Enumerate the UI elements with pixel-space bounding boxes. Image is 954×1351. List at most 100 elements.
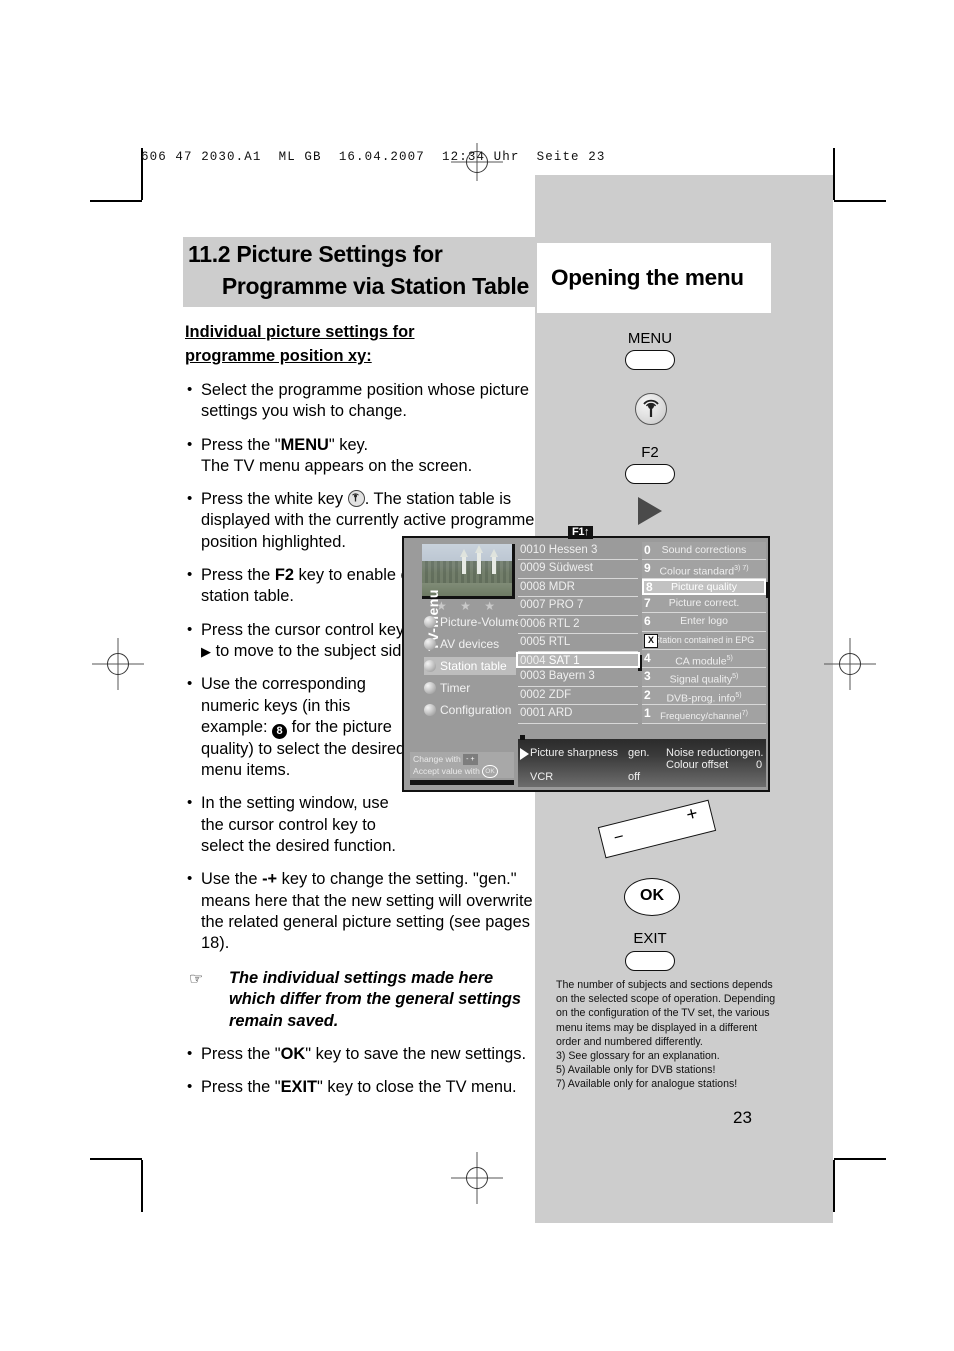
subject-row-signal-quality[interactable]: 3 Signal quality5) xyxy=(642,668,766,687)
pointing-hand-icon: ☞ xyxy=(189,970,204,988)
subject-key: 9 xyxy=(644,561,651,576)
station-number: 0008 xyxy=(520,580,546,593)
subject-row-picture-correct[interactable]: 7 Picture correct. xyxy=(642,594,766,614)
footnotes-block: The number of subjects and sections depe… xyxy=(556,978,778,1092)
print-code-line: 606 47 2030.A1 ML GB 16.04.2007 12:34 Uh… xyxy=(141,150,606,164)
instruction-text: to move to the subject side. xyxy=(215,641,416,660)
subject-footnote-ref: 5) xyxy=(735,691,742,699)
subject-row-picture-quality[interactable]: 8 Picture quality xyxy=(642,578,766,595)
menu-bullet-icon xyxy=(424,660,436,672)
instruction-item: Use the -+ key to change the setting. "g… xyxy=(185,868,535,954)
crop-mark-br-h xyxy=(834,1158,886,1160)
instructions-heading-line2: programme position xy: xyxy=(185,347,372,365)
station-row[interactable]: 0001 ARD xyxy=(518,705,638,724)
tv-menu-item-station-table[interactable]: Station table xyxy=(424,657,516,675)
station-row-selected[interactable]: 0004 SAT 1 xyxy=(516,652,640,669)
station-row[interactable]: 0007 PRO 7 xyxy=(518,597,638,616)
crop-mark-tr-h xyxy=(834,200,886,202)
subject-label: Picture correct. xyxy=(668,596,740,609)
tv-menu-item-picture-volume[interactable]: Picture-Volume xyxy=(424,613,521,631)
station-row[interactable]: 0008 MDR xyxy=(518,578,638,598)
station-number: 0003 xyxy=(520,670,546,683)
station-number: 0010 xyxy=(520,544,546,556)
settings-marker-icon xyxy=(520,735,525,740)
subject-label: Picture quality xyxy=(671,580,737,593)
menu-key-button[interactable] xyxy=(625,350,675,370)
registration-mark-left xyxy=(92,638,144,690)
subject-row-sound-corrections[interactable]: 0 Sound corrections xyxy=(642,542,766,561)
setting-label-vcr: VCR xyxy=(530,771,554,783)
tv-settings-bar: Picture sharpness gen. Noise reduction g… xyxy=(518,735,766,787)
crop-mark-bl-h xyxy=(90,1158,142,1160)
subject-key: 7 xyxy=(644,595,651,610)
instruction-item: Press the "MENU" key. The TV menu appear… xyxy=(185,434,535,478)
instruction-text: Press the " xyxy=(201,435,281,454)
station-number: 0007 xyxy=(520,599,546,612)
station-row[interactable]: 0005 RTL xyxy=(518,633,638,653)
instructions-heading-line1: Individual picture settings for xyxy=(185,323,415,341)
instruction-text: Press the white key xyxy=(201,490,344,509)
subject-key: 1 xyxy=(644,706,651,721)
subject-row-dvb-prog-info[interactable]: 2 DVB-prog. info5) xyxy=(642,686,766,706)
subject-row-ca-module[interactable]: 4 CA module5) xyxy=(642,649,766,669)
instruction-text: Press the cursor control key xyxy=(201,620,405,639)
exit-key-button[interactable] xyxy=(625,951,675,971)
page-number: 23 xyxy=(733,1108,752,1127)
menu-key-label: MENU xyxy=(627,330,673,347)
instruction-item: Press the "OK" key to save the new setti… xyxy=(185,1043,535,1065)
subject-row-enter-logo[interactable]: 6 Enter logo xyxy=(642,613,766,632)
menu-bullet-icon xyxy=(424,704,436,716)
subject-row-colour-standard[interactable]: 9 Colour standard3) 7) xyxy=(642,560,766,579)
registration-mark-right xyxy=(824,638,876,690)
tv-menu-item-label: AV devices xyxy=(440,637,500,651)
menu-bullet-icon xyxy=(424,682,436,694)
instruction-text: Press the " xyxy=(201,1078,281,1097)
tv-hint-underline xyxy=(410,780,514,785)
station-row[interactable]: 0006 RTL 2 xyxy=(518,615,638,634)
note-text: The individual settings made here which … xyxy=(229,968,522,1030)
instruction-text: In the setting window, use the cursor co… xyxy=(201,794,396,856)
ok-key-button[interactable]: OK xyxy=(624,878,680,916)
setting-value-picture-sharpness: gen. xyxy=(628,747,650,759)
instruction-text: " key. xyxy=(328,435,369,454)
setting-label-picture-sharpness: Picture sharpness xyxy=(530,747,619,759)
subject-key: 8 xyxy=(646,579,653,594)
station-row[interactable]: 0003 Bayern 3 xyxy=(518,668,638,687)
subject-label: CA module xyxy=(675,655,727,668)
subject-row-frequency-channel[interactable]: 1 Frequency/channel7) xyxy=(642,705,766,724)
crop-mark-br-v xyxy=(833,1160,835,1212)
tv-menu-item-timer[interactable]: Timer xyxy=(424,679,516,697)
tv-menu-left-pane: ★ ★ ★ TV-Menu Picture-Volume AV devices … xyxy=(406,540,521,788)
station-row[interactable]: 0002 ZDF xyxy=(518,686,638,706)
ok-key-icon: OK xyxy=(482,765,498,778)
subject-label: Signal quality xyxy=(669,673,733,686)
f2-key-button[interactable] xyxy=(625,464,675,484)
station-row[interactable]: 0009 Südwest xyxy=(518,560,638,579)
numeric-key-8-icon: 8 xyxy=(272,723,288,739)
instruction-item: Press the "EXIT" key to close the TV men… xyxy=(185,1076,535,1098)
section-title-block: 11.2 Picture Settings for Programme via … xyxy=(183,237,535,307)
menu-bullet-icon xyxy=(424,638,436,650)
subject-label: Sound corrections xyxy=(661,544,747,556)
white-station-key-icon xyxy=(347,490,365,508)
station-number: 0009 xyxy=(520,562,546,575)
tv-menu-item-av-devices[interactable]: AV devices xyxy=(424,635,516,653)
setting-label-noise-reduction: Noise reduction xyxy=(666,747,743,759)
f1-tab-label: F1 xyxy=(572,526,585,538)
subject-footnote-ref: 5) xyxy=(732,673,739,681)
instruction-item: Use the corresponding numeric keys (in t… xyxy=(185,673,416,781)
subject-row-station-in-epg[interactable]: X Station contained in EPG xyxy=(642,631,766,650)
footnote-7: 7) Available only for analogue stations! xyxy=(556,1078,738,1091)
subject-label: DVB-prog. info xyxy=(666,692,736,705)
sidebar-title-block: Opening the menu xyxy=(537,243,771,313)
tv-menu-item-configuration[interactable]: Configuration xyxy=(424,701,516,719)
menu-bullet-icon xyxy=(424,616,436,628)
setting-value-noise-reduction: gen. xyxy=(742,747,764,759)
checkbox-x-icon[interactable]: X xyxy=(644,633,658,648)
station-name: Südwest xyxy=(548,562,593,575)
station-name: PRO 7 xyxy=(548,599,584,612)
white-station-key-button[interactable] xyxy=(635,393,667,425)
section-title-line2: Programme via Station Table xyxy=(221,273,529,299)
station-row[interactable]: 0010 Hessen 3 xyxy=(518,542,638,561)
crop-mark-bl-v xyxy=(141,1160,143,1212)
